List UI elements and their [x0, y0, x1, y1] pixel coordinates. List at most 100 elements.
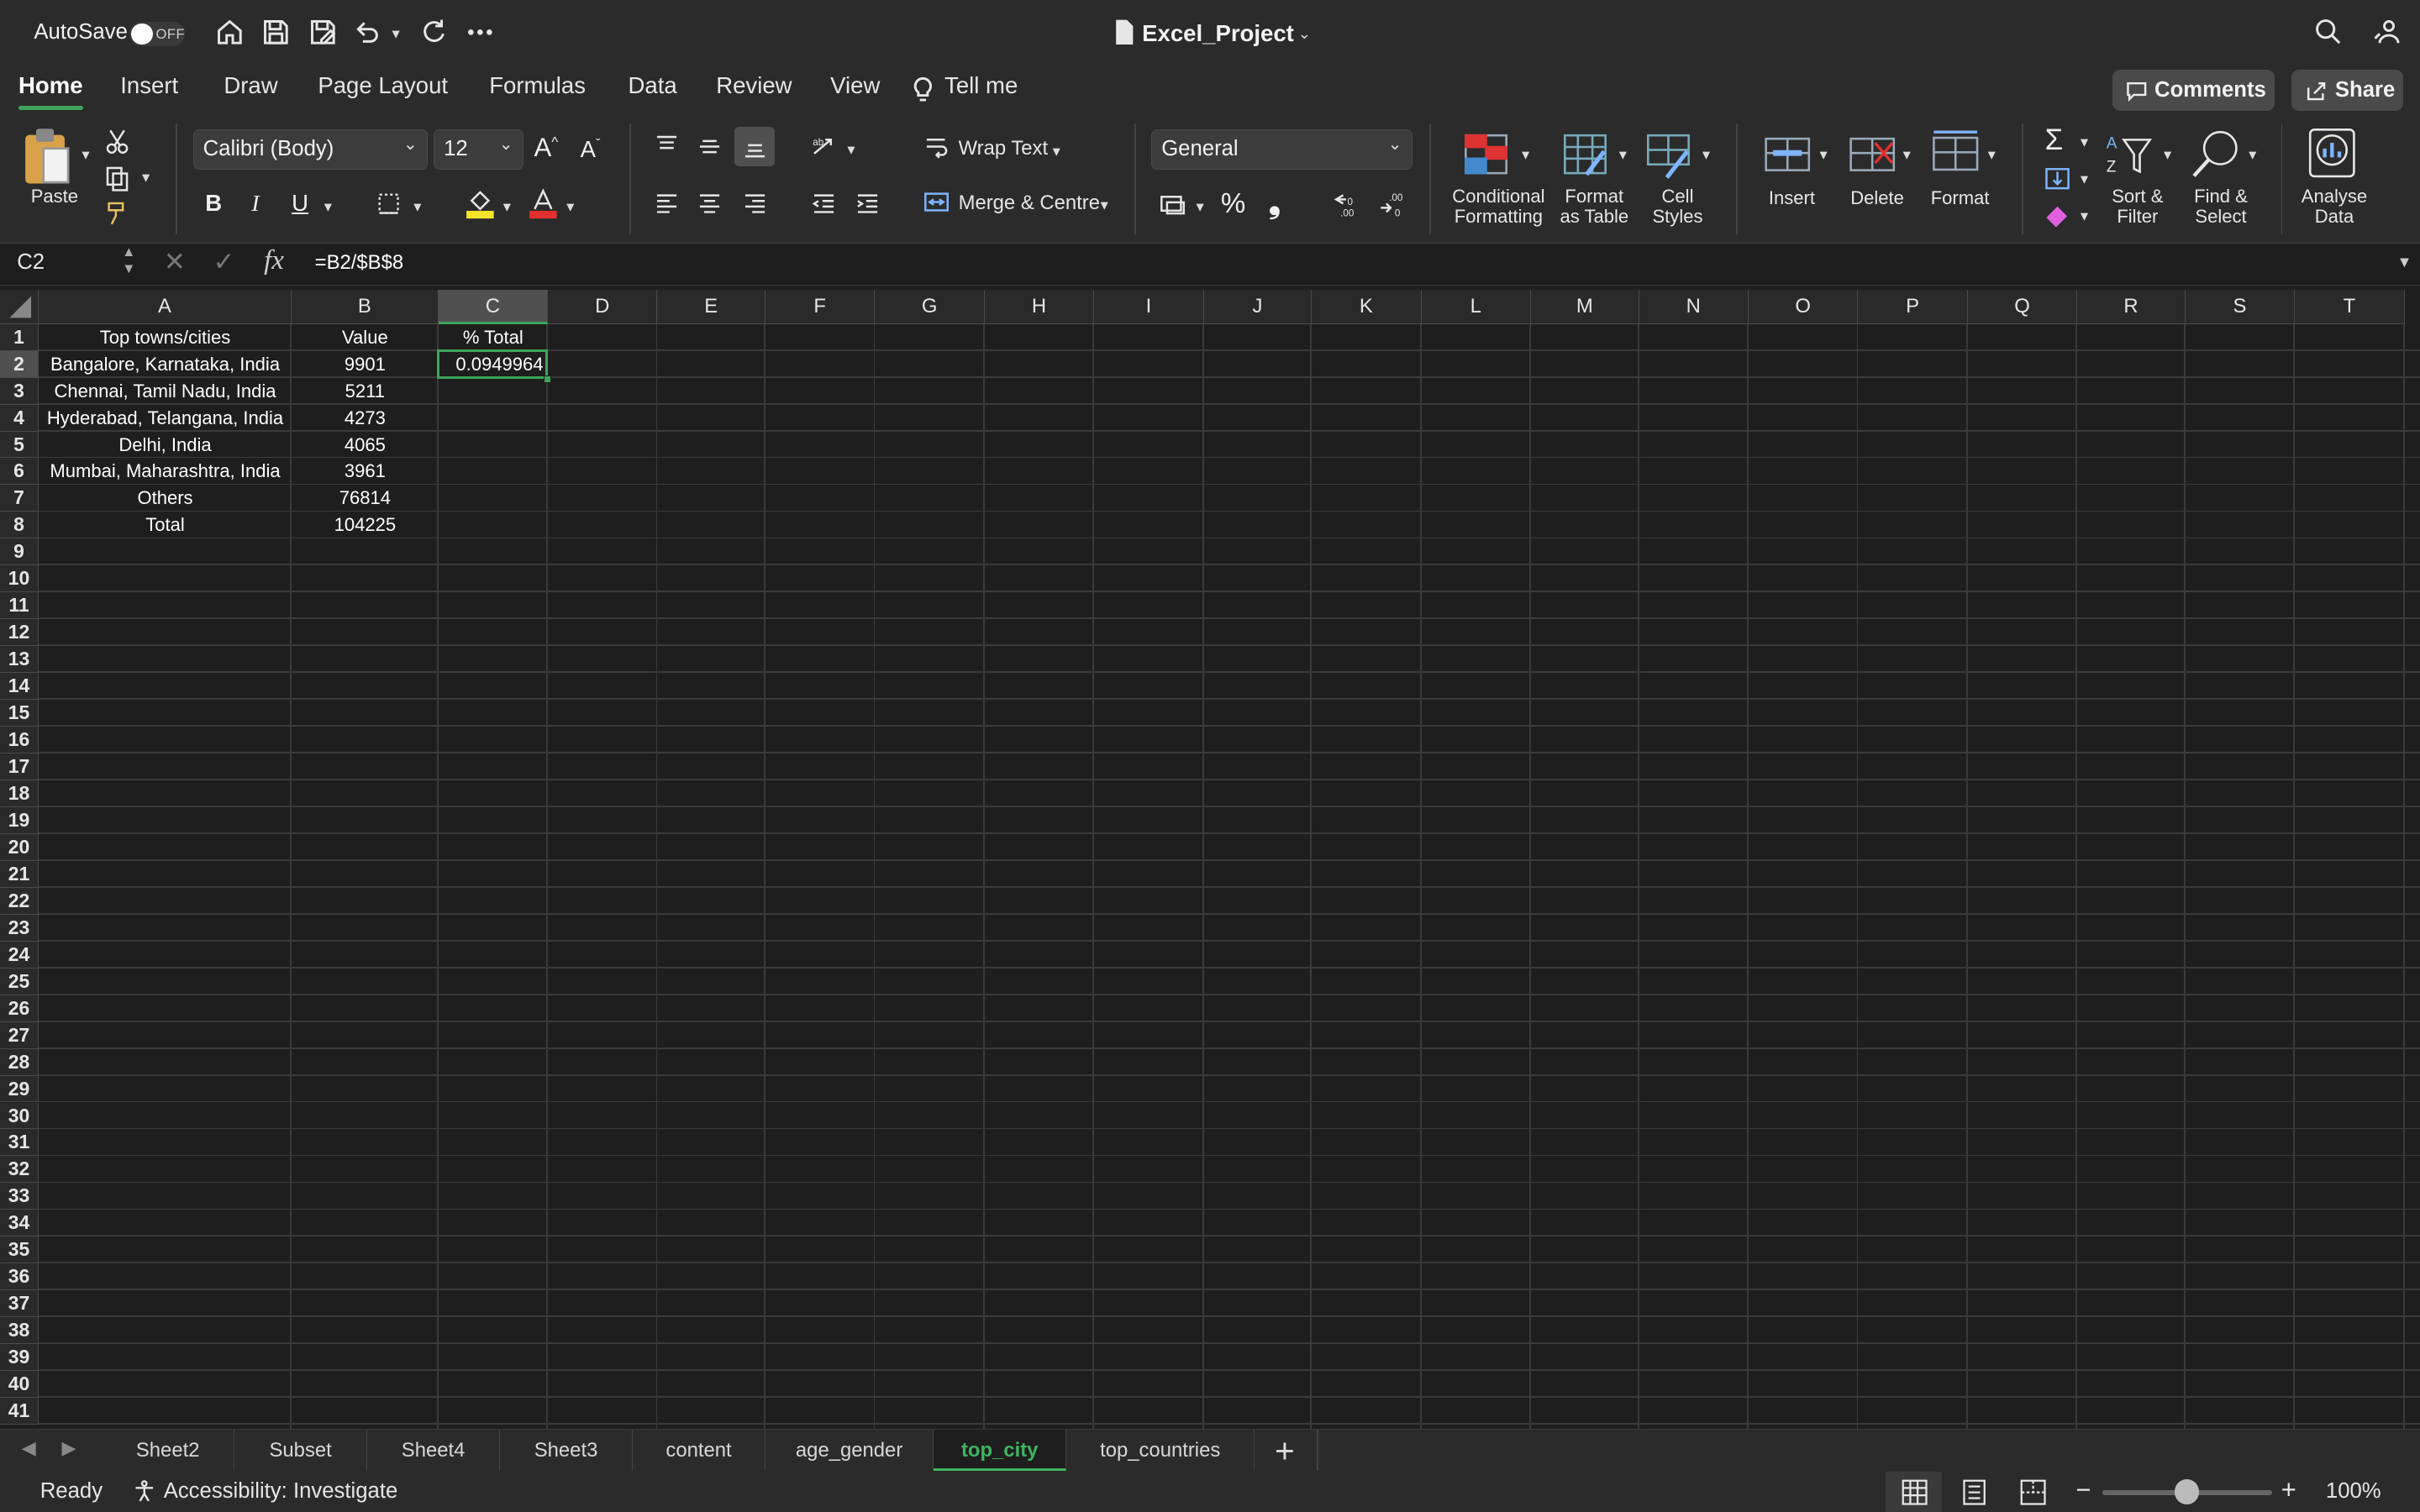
column-header-k[interactable]: K [1312, 290, 1422, 324]
format-table-dropdown-icon[interactable]: ▾ [1619, 145, 1627, 164]
zoom-out-icon[interactable]: − [2075, 1475, 2091, 1505]
add-sheet-icon[interactable]: + [1275, 1431, 1295, 1471]
normal-view-button[interactable] [1886, 1472, 1942, 1512]
italic-button[interactable]: I [251, 190, 259, 217]
row-header-3[interactable]: 3 [0, 377, 39, 405]
column-header-c[interactable]: C [438, 290, 548, 324]
column-header-l[interactable]: L [1421, 290, 1531, 324]
cell-b5[interactable]: 4065 [292, 432, 438, 459]
tab-home[interactable]: Home [18, 72, 83, 112]
fill-dropdown-icon[interactable]: ▾ [503, 197, 511, 216]
tab-formulas[interactable]: Formulas [489, 72, 586, 99]
format-painter-icon[interactable] [102, 197, 133, 228]
merge-centre-icon[interactable] [922, 186, 953, 218]
undo-dropdown-icon[interactable]: ▾ [392, 24, 400, 43]
row-header-11[interactable]: 11 [0, 592, 39, 620]
zoom-level[interactable]: 100% [2326, 1479, 2381, 1504]
save-icon[interactable] [260, 15, 293, 49]
fill-dropdown-icon[interactable]: ▾ [2081, 170, 2088, 188]
row-header-2[interactable]: 2 [0, 350, 39, 378]
row-header-12[interactable]: 12 [0, 619, 39, 647]
cell-b7[interactable]: 76814 [292, 485, 438, 512]
row-header-24[interactable]: 24 [0, 941, 39, 969]
expand-formula-icon[interactable]: ▼ [2396, 253, 2412, 271]
paste-icon[interactable] [22, 127, 77, 188]
row-header-29[interactable]: 29 [0, 1075, 39, 1103]
row-header-10[interactable]: 10 [0, 565, 39, 593]
row-header-1[interactable]: 1 [0, 323, 39, 351]
column-header-e[interactable]: E [657, 290, 765, 324]
increase-font-icon[interactable]: A^ [534, 133, 558, 163]
increase-decimal-icon[interactable]: 0.00 [1330, 186, 1367, 220]
column-header-h[interactable]: H [984, 290, 1095, 324]
cell-a1[interactable]: Top towns/cities [39, 324, 292, 351]
row-header-14[interactable]: 14 [0, 673, 39, 701]
name-box[interactable]: C2 [17, 250, 45, 275]
autosum-dropdown-icon[interactable]: ▾ [2081, 133, 2088, 151]
clear-dropdown-icon[interactable]: ▾ [2081, 207, 2088, 225]
row-header-7[interactable]: 7 [0, 485, 39, 512]
zoom-in-icon[interactable]: + [2281, 1475, 2296, 1505]
row-header-18[interactable]: 18 [0, 780, 39, 807]
tab-draw[interactable]: Draw [224, 72, 277, 99]
cell-b3[interactable]: 5211 [292, 378, 438, 405]
page-layout-view-icon[interactable] [1961, 1479, 1987, 1505]
cut-icon[interactable] [102, 127, 133, 158]
name-box-stepper-icon[interactable]: ▲ ▼ [122, 244, 135, 277]
analyse-data-icon[interactable] [2304, 123, 2363, 185]
borders-dropdown-icon[interactable]: ▾ [413, 197, 421, 216]
conditional-formatting-icon[interactable] [1460, 129, 1516, 181]
column-header-f[interactable]: F [765, 290, 876, 324]
column-header-s[interactable]: S [2185, 290, 2296, 324]
cell-b4[interactable]: 4273 [292, 405, 438, 432]
font-color-icon[interactable] [526, 185, 560, 222]
fill-color-icon[interactable] [463, 185, 497, 222]
cell-b8[interactable]: 104225 [292, 512, 438, 538]
fill-handle[interactable] [544, 375, 552, 383]
copy-dropdown-icon[interactable]: ▾ [142, 168, 150, 186]
cell-styles-icon[interactable] [1642, 129, 1697, 181]
sheet-tab-top-city[interactable]: top_city [934, 1429, 1067, 1472]
copy-icon[interactable] [102, 162, 133, 193]
row-header-6[interactable]: 6 [0, 458, 39, 486]
column-header-r[interactable]: R [2077, 290, 2186, 324]
tab-insert[interactable]: Insert [120, 72, 178, 99]
tab-page-layout[interactable]: Page Layout [318, 72, 448, 99]
conditional-dropdown-icon[interactable]: ▾ [1522, 145, 1529, 164]
find-dropdown-icon[interactable]: ▾ [2249, 145, 2256, 164]
zoom-slider-thumb[interactable] [2174, 1479, 2200, 1504]
sheet-tab-subset[interactable]: Subset [234, 1429, 368, 1472]
accessibility-icon[interactable] [133, 1479, 157, 1504]
decrease-indent-icon[interactable] [808, 186, 841, 220]
formula-input[interactable]: =B2/$B$8 [315, 251, 403, 275]
decrease-font-icon[interactable]: Aˇ [581, 136, 601, 163]
more-icon[interactable] [463, 15, 497, 49]
cell-a2[interactable]: Bangalore, Karnataka, India [39, 351, 292, 378]
sheet-tab-sheet2[interactable]: Sheet2 [102, 1429, 235, 1472]
increase-indent-icon[interactable] [850, 186, 884, 220]
save-as-icon[interactable] [306, 15, 339, 49]
row-header-21[interactable]: 21 [0, 860, 39, 888]
sheet-tab-content[interactable]: content [633, 1429, 765, 1472]
cell-b2[interactable]: 9901 [292, 351, 438, 378]
column-header-t[interactable]: T [2295, 290, 2405, 324]
enter-icon[interactable]: ✓ [213, 247, 234, 277]
font-size-dropdown[interactable]: 12 ⌄ [434, 129, 523, 171]
row-header-28[interactable]: 28 [0, 1048, 39, 1076]
share-button[interactable]: Share [2291, 69, 2403, 112]
number-format-dropdown[interactable]: General ⌄ [1151, 129, 1413, 171]
column-header-q[interactable]: Q [1967, 290, 2078, 324]
align-center-icon[interactable] [693, 186, 727, 220]
row-header-31[interactable]: 31 [0, 1129, 39, 1157]
cell-a7[interactable]: Others [39, 485, 292, 512]
row-header-5[interactable]: 5 [0, 431, 39, 459]
delete-dropdown-icon[interactable]: ▾ [1903, 145, 1911, 164]
row-header-40[interactable]: 40 [0, 1371, 39, 1399]
paste-dropdown-icon[interactable]: ▾ [82, 145, 89, 164]
wrap-text-dropdown-icon[interactable]: ▾ [1053, 142, 1060, 160]
underline-dropdown-icon[interactable]: ▾ [324, 197, 332, 216]
column-header-a[interactable]: A [38, 290, 292, 324]
scroll-tabs-left-icon[interactable]: ◀ [22, 1437, 36, 1459]
cell-b1[interactable]: Value [292, 324, 438, 351]
row-header-23[interactable]: 23 [0, 914, 39, 942]
